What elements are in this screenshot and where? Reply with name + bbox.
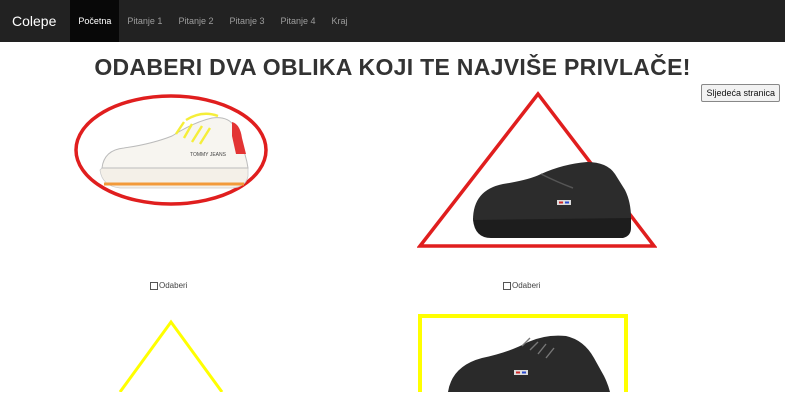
black-sneaker-in-rectangle-icon <box>418 314 628 397</box>
option-2-checkbox-label: Odaberi <box>512 281 541 290</box>
nav-kraj[interactable]: Kraj <box>324 0 356 42</box>
black-sneaker-in-triangle-icon <box>416 91 658 248</box>
option-1-checkbox[interactable]: Odaberi <box>150 281 187 290</box>
nav-pitanje-2[interactable]: Pitanje 2 <box>170 0 221 42</box>
option-2-checkbox[interactable]: Odaberi <box>503 281 540 290</box>
brand-logo[interactable]: Colepe <box>12 13 56 29</box>
option-1-image[interactable]: TOMMY JEANS <box>72 92 272 207</box>
option-3-image[interactable] <box>118 319 228 393</box>
option-2-image[interactable] <box>416 90 658 250</box>
page-title: ODABERI DVA OBLIKA KOJI TE NAJVIŠE PRIVL… <box>94 54 691 80</box>
white-sneaker-in-ellipse-icon: TOMMY JEANS <box>74 94 268 206</box>
next-page-button[interactable]: Sljedeća stranica <box>701 84 780 102</box>
nav-pitanje-4[interactable]: Pitanje 4 <box>273 0 324 42</box>
checkbox-icon[interactable] <box>503 281 511 290</box>
nav-pitanje-3[interactable]: Pitanje 3 <box>221 0 272 42</box>
option-1-checkbox-label: Odaberi <box>159 281 188 290</box>
nav-pitanje-1[interactable]: Pitanje 1 <box>119 0 170 42</box>
nav-pocetna[interactable]: Početna <box>70 0 120 42</box>
navbar: Colepe Početna Pitanje 1 Pitanje 2 Pitan… <box>0 0 785 42</box>
svg-text:TOMMY JEANS: TOMMY JEANS <box>190 152 227 158</box>
checkbox-icon[interactable] <box>150 281 158 290</box>
option-4-image[interactable] <box>418 314 630 397</box>
yellow-triangle-icon <box>118 319 224 393</box>
